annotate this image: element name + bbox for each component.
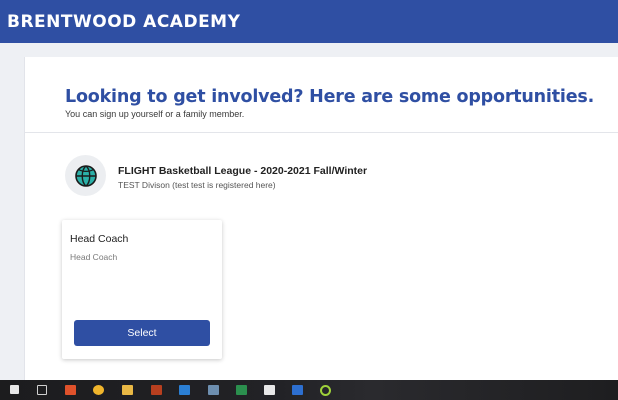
league-division: TEST Divison (test test is registered he…	[118, 180, 276, 190]
start-icon[interactable]	[10, 385, 19, 394]
windows-taskbar	[0, 380, 618, 400]
outlook-icon[interactable]	[179, 385, 190, 395]
opportunity-description: Head Coach	[70, 252, 118, 262]
top-bar: BRENTWOOD ACADEMY	[0, 0, 618, 43]
opportunity-title: Head Coach	[70, 233, 129, 245]
divider	[25, 132, 618, 133]
app-icon[interactable]	[320, 385, 331, 396]
basketball-icon	[65, 155, 106, 196]
task-view-icon[interactable]	[37, 385, 47, 395]
opportunities-panel: Looking to get involved? Here are some o…	[24, 57, 618, 380]
opportunity-card: Head Coach Head Coach Select	[62, 220, 222, 359]
excel-icon[interactable]	[236, 385, 247, 395]
chrome-icon[interactable]	[93, 385, 104, 395]
league-title: FLIGHT Basketball League - 2020-2021 Fal…	[118, 165, 368, 177]
word-icon[interactable]	[292, 385, 303, 395]
page-subtitle: You can sign up yourself or a family mem…	[65, 109, 245, 119]
brand-title[interactable]: BRENTWOOD ACADEMY	[7, 12, 240, 32]
app-icon[interactable]	[65, 385, 76, 395]
select-button[interactable]: Select	[74, 320, 210, 346]
illustrator-icon[interactable]	[151, 385, 162, 395]
page-title: Looking to get involved? Here are some o…	[65, 87, 595, 107]
file-explorer-icon[interactable]	[122, 385, 133, 395]
store-icon[interactable]	[208, 385, 219, 395]
acrobat-icon[interactable]	[264, 385, 275, 395]
